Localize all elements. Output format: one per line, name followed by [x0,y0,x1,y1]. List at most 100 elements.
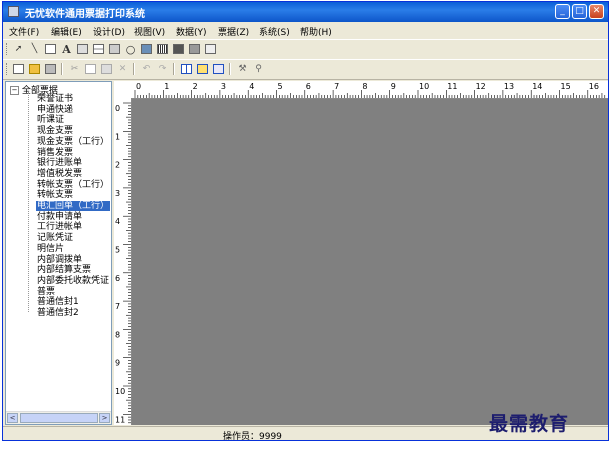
rectangle-tool[interactable] [43,42,58,56]
text-tool[interactable]: A [59,42,74,56]
copy-button[interactable] [83,62,98,76]
menu-help[interactable]: 帮助(H) [300,25,332,38]
tree-item[interactable]: 现金支票 [36,126,74,136]
redo-button[interactable]: ↷ [155,62,170,76]
ruler-label: 12 [476,82,486,91]
pointer-tool[interactable]: ➚ [11,42,26,56]
ruler-label: 7 [334,82,339,91]
menu-design[interactable]: 设计(D) [93,25,125,38]
horizontal-scrollbar[interactable]: < > [6,411,111,424]
grid-button[interactable] [179,62,194,76]
field-icon [173,44,184,54]
ruler-label: 9 [391,82,396,91]
scroll-right-icon[interactable]: > [99,413,110,423]
cut-button[interactable]: ✂ [67,62,82,76]
tree-item[interactable]: 记账凭证 [36,233,74,243]
image-icon [77,44,88,54]
collapse-icon[interactable]: − [10,86,19,95]
preview-button[interactable] [195,62,210,76]
tree-item[interactable]: 转帐支票 [36,190,74,200]
paste-button[interactable] [99,62,114,76]
tree-item[interactable]: 电汇回单（工行） [36,201,111,211]
pointer-icon: ➚ [14,44,23,54]
circle-tool[interactable]: ○ [123,42,138,56]
barcode-tool[interactable] [155,42,170,56]
scroll-thumb[interactable] [20,413,98,423]
design-canvas[interactable]: 0 1 2 3 4 5 6 7 8 9 10 11 12 13 14 15 16 0 1 2 3 4 5 6 7 8 9 10 11 [114,81,608,425]
print-icon [213,64,224,74]
maximize-button[interactable]: □ [572,4,587,19]
toolbar-separator [229,63,231,75]
tree-item[interactable]: 现金支票（工行） [36,137,110,147]
standard-toolbar: ✂ ✕ ↶ ↷ ⚒ ⚲ [3,59,608,80]
app-window: 无忧软件通用票据打印系统 _ □ ✕ 文件(F) 编辑(E) 设计(D) 视图(… [2,1,609,441]
tree-item[interactable]: 内部委托收款凭证 [36,276,110,286]
tree-item[interactable]: 明信片 [36,244,65,254]
tree-item[interactable]: 销售发票 [36,148,74,158]
ruler-label: 0 [115,104,120,113]
close-icon: ✕ [592,6,601,16]
ticket-tree[interactable]: − 全部票据 荣誉证书 申通快递 听课证 现金支票 现金支票（工行） 销售发票 银行进账单增… [5,81,112,425]
line-tool[interactable]: ╲ [27,42,42,56]
table-tool[interactable] [91,42,106,56]
new-icon [13,64,24,74]
circle-icon: ○ [125,42,136,56]
ruler-label: 5 [115,246,120,255]
delete-icon: ✕ [118,64,127,74]
save-button[interactable] [43,62,58,76]
ruler-label: 2 [115,161,120,170]
tree-item[interactable]: 内部结算支票 [36,265,92,275]
search-icon: ⚲ [255,64,262,74]
tool-button[interactable]: ⚒ [235,62,250,76]
open-button[interactable] [27,62,42,76]
tree-item[interactable]: 增值税发票 [36,169,83,179]
tree-item[interactable]: 听课证 [36,115,65,125]
ruler-label: 5 [278,82,283,91]
undo-button[interactable]: ↶ [139,62,154,76]
ruler-label: 4 [249,82,254,91]
ruler-corner [114,81,131,98]
menu-ticket[interactable]: 票据(Z) [218,25,249,38]
tree-item[interactable]: 转帐支票（工行） [36,180,110,190]
barcode-icon [157,44,168,54]
menu-edit[interactable]: 编辑(E) [51,25,82,38]
toolbar-grip [6,43,9,55]
tree-item[interactable]: 普通信封1 [36,297,80,307]
tree-item[interactable]: 银行进账单 [36,158,83,168]
ruler-label: 8 [362,82,367,91]
tree-item[interactable]: 普通信封2 [36,308,80,318]
line-icon: ╲ [31,44,38,54]
chart-tool[interactable] [187,42,202,56]
picture-tool[interactable] [139,42,154,56]
menu-file[interactable]: 文件(F) [9,25,39,38]
image-tool[interactable] [75,42,90,56]
scroll-left-icon[interactable]: < [7,413,18,423]
delete-button[interactable]: ✕ [115,62,130,76]
ruler-label: 6 [115,274,120,283]
print-button[interactable] [211,62,226,76]
frame-tool[interactable] [107,42,122,56]
search-button[interactable]: ⚲ [251,62,266,76]
field-tool[interactable] [171,42,186,56]
menu-data[interactable]: 数据(Y) [176,25,207,38]
frame-icon [109,44,120,54]
tree-item[interactable]: 付款申请单 [36,212,83,222]
tree-item[interactable]: 内部调拨单 [36,255,83,265]
minimize-button[interactable]: _ [555,4,570,19]
new-button[interactable] [11,62,26,76]
save-icon [45,64,56,74]
ruler-label: 6 [306,82,311,91]
tree-item[interactable]: 荣誉证书 [36,94,74,104]
title-bar[interactable]: 无忧软件通用票据打印系统 _ □ ✕ [3,2,608,22]
close-button[interactable]: ✕ [589,4,604,19]
tree-item[interactable]: 申通快递 [36,105,74,115]
ruler-label: 10 [419,82,429,91]
menu-view[interactable]: 视图(V) [134,25,165,38]
menu-system[interactable]: 系统(S) [259,25,290,38]
preview-icon [197,64,208,74]
ruler-label: 14 [532,82,542,91]
ruler-vertical-ticks: 0 1 2 3 4 5 6 7 8 9 10 11 [115,102,131,424]
tree-item[interactable]: 普票 [36,287,56,297]
edit-tool[interactable] [203,42,218,56]
tree-item[interactable]: 工行进帐单 [36,222,83,232]
